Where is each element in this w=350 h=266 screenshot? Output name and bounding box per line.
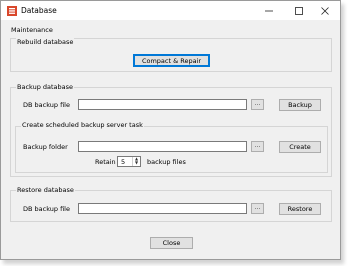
backup-button[interactable]: Backup [279,99,321,111]
backup-file-browse-button[interactable]: ... [251,99,264,110]
compact-repair-button[interactable]: Compact & Repair [133,54,210,67]
window-title: Database [21,6,57,15]
retain-stepper[interactable]: 5 ▲ ▼ [117,156,141,167]
close-window-button[interactable] [310,1,340,20]
spin-down-icon[interactable]: ▼ [133,161,140,165]
restore-db-file-label: DB backup file [23,205,70,213]
restore-file-browse-button[interactable]: ... [251,203,264,214]
maximize-icon [295,7,303,15]
backup-folder-input[interactable] [78,141,247,152]
restore-file-input[interactable] [78,203,247,214]
retain-suffix-label: backup files [147,158,186,166]
database-window: Database Maintenance Rebuild database Co… [0,0,341,260]
backup-folder-browse-button[interactable]: ... [251,141,264,152]
retain-label: Retain [95,158,116,166]
rebuild-database-label: Rebuild database [16,38,75,46]
title-bar[interactable]: Database [1,1,340,20]
restore-database-label: Restore database [16,186,75,194]
db-backup-file-label: DB backup file [23,101,70,109]
retain-value[interactable]: 5 [121,158,125,166]
minimize-icon [265,10,273,12]
restore-button[interactable]: Restore [279,203,321,215]
database-app-icon [7,6,17,16]
backup-database-label: Backup database [16,83,75,91]
maintenance-label: Maintenance [11,26,53,34]
create-task-button[interactable]: Create [279,141,321,153]
close-icon [321,7,329,15]
backup-folder-label: Backup folder [23,143,68,151]
retain-spin-buttons[interactable]: ▲ ▼ [132,157,140,166]
backup-file-input[interactable] [78,99,247,110]
scheduled-backup-label: Create scheduled backup server task [21,121,144,129]
minimize-button[interactable] [254,1,284,20]
close-button[interactable]: Close [150,237,193,249]
